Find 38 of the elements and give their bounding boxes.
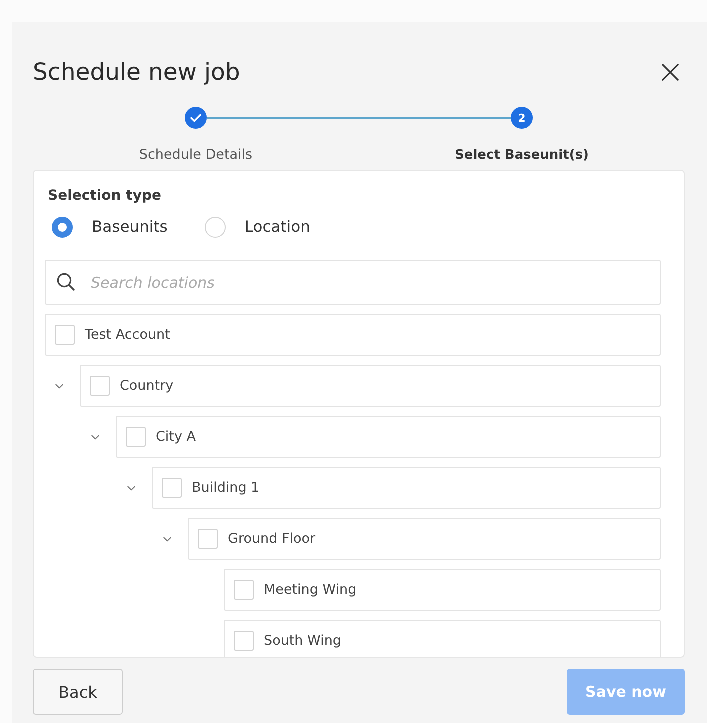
tree-row[interactable]: Meeting Wing [224, 569, 661, 611]
tree-row-label: Test Account [85, 327, 170, 343]
tree-row[interactable]: City A [116, 416, 661, 458]
checkbox[interactable] [234, 580, 254, 600]
search-field[interactable]: Search locations [45, 260, 661, 305]
chevron-down-icon[interactable] [55, 384, 64, 388]
checkbox[interactable] [90, 376, 110, 396]
checkbox[interactable] [162, 478, 182, 498]
tree-row-label: City A [156, 429, 196, 445]
dialog-title: Schedule new job [33, 58, 240, 86]
tree-row[interactable]: Test Account [45, 314, 661, 356]
chevron-down-icon[interactable] [127, 486, 136, 490]
chevron-down-icon[interactable] [163, 536, 172, 542]
back-button[interactable]: Back [33, 669, 123, 715]
radio-label[interactable]: Baseunits [92, 217, 168, 237]
tree-row-label: Building 1 [192, 480, 260, 496]
step-label: Select Baseunit(s) [455, 148, 589, 163]
search-icon [57, 273, 75, 291]
radio-button[interactable] [52, 216, 73, 238]
tree-row-label: Country [120, 378, 174, 394]
step-label: Schedule Details [139, 147, 253, 163]
check-circle-icon [185, 107, 207, 129]
tree-row-label: Ground Floor [228, 531, 316, 547]
step-number: 2 [511, 107, 533, 129]
tree-row[interactable]: Building 1 [152, 467, 661, 509]
tree-row-label: Meeting Wing [264, 582, 357, 598]
checkbox[interactable] [198, 529, 218, 549]
tree-row[interactable]: Country [80, 365, 661, 407]
selection-type-label: Selection type [48, 188, 162, 204]
tree-row[interactable]: South Wing [224, 620, 661, 657]
checkbox[interactable] [234, 631, 254, 651]
chevron-down-icon[interactable] [91, 434, 100, 440]
radio-label[interactable]: Location [244, 217, 310, 237]
tree-row-label: South Wing [264, 633, 342, 649]
checkbox[interactable] [55, 325, 75, 345]
close-icon[interactable] [662, 64, 679, 80]
checkbox[interactable] [126, 427, 146, 447]
tree-row[interactable]: Ground Floor [188, 518, 661, 560]
